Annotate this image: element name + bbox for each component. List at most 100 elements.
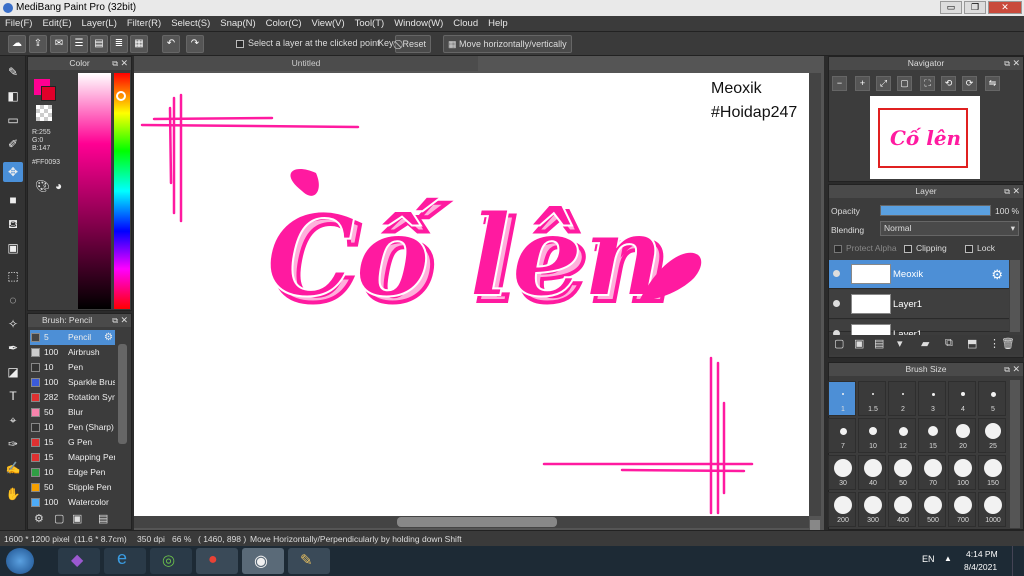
- fit-icon[interactable]: ⤢: [876, 76, 891, 91]
- minimize-button[interactable]: ▭: [940, 1, 962, 14]
- magic-wand-icon[interactable]: ✧: [3, 314, 23, 334]
- share-icon[interactable]: ⇪: [29, 35, 47, 53]
- brush-size-cell[interactable]: 150: [978, 455, 1006, 490]
- new-halftone-layer-icon[interactable]: ▣: [854, 337, 864, 350]
- brush-size-scrollbar[interactable]: [1010, 380, 1020, 528]
- operation-icon[interactable]: ⌖: [3, 410, 23, 430]
- eraser-icon[interactable]: ◧: [3, 86, 23, 106]
- bucket-icon[interactable]: ⛾: [3, 214, 23, 234]
- close-icon[interactable]: ✕: [120, 314, 128, 327]
- menu-tool[interactable]: Tool(T): [350, 16, 390, 31]
- menu-snap[interactable]: Snap(N): [215, 16, 260, 31]
- palette-add-icon[interactable]: ◕: [55, 179, 62, 193]
- brush-item[interactable]: 100 Sparkle Brush: [30, 375, 115, 390]
- layer-row[interactable]: Meoxik ⚙: [829, 260, 1009, 289]
- undo-icon[interactable]: ↶: [162, 35, 180, 53]
- brush-size-cell[interactable]: 2: [888, 381, 916, 416]
- layer-scrollbar[interactable]: [1010, 260, 1020, 332]
- actual-size-icon[interactable]: ▢: [897, 76, 912, 91]
- layer-row[interactable]: Layer1: [829, 320, 1009, 344]
- brush-size-cell[interactable]: 20: [948, 418, 976, 453]
- brush-size-cell[interactable]: 700: [948, 492, 976, 527]
- maximize-button[interactable]: ❐: [964, 1, 986, 14]
- layer-settings-icon[interactable]: ⚙: [991, 267, 1003, 283]
- redo-icon[interactable]: ↷: [186, 35, 204, 53]
- zoom-in-icon[interactable]: +: [855, 76, 870, 91]
- brush-list-scrollbar[interactable]: [118, 344, 127, 444]
- brush-size-cell[interactable]: 10: [858, 418, 886, 453]
- paint-app[interactable]: ✎: [288, 548, 330, 574]
- lock-checkbox[interactable]: Lock: [965, 243, 995, 253]
- duplicate-layer-icon[interactable]: ⧉: [945, 337, 953, 350]
- brush-size-cell[interactable]: 40: [858, 455, 886, 490]
- reset-button[interactable]: ⃠ Reset: [395, 35, 432, 53]
- brush-item[interactable]: 100 Airbrush: [30, 345, 115, 360]
- cloud-icon[interactable]: ☁: [8, 35, 26, 53]
- brush-size-cell[interactable]: 1: [828, 381, 856, 416]
- menu-select[interactable]: Select(S): [166, 16, 215, 31]
- visibility-icon[interactable]: [833, 300, 840, 307]
- brush-file-icon[interactable]: ▤: [98, 512, 108, 525]
- eyedropper-icon[interactable]: ✑: [3, 434, 23, 454]
- new-brush-icon[interactable]: ▢: [54, 512, 64, 525]
- select-pen-icon[interactable]: ✒: [3, 338, 23, 358]
- brush-size-cell[interactable]: 5: [978, 381, 1006, 416]
- select-layer-checkbox[interactable]: Select a layer at the clicked point: [236, 38, 380, 48]
- brush-item[interactable]: 50 Stipple Pen: [30, 480, 115, 495]
- transparent-swatch[interactable]: [36, 105, 52, 121]
- visibility-icon[interactable]: [833, 270, 840, 277]
- hue-slider[interactable]: [114, 73, 130, 309]
- menu-cloud[interactable]: Cloud: [448, 16, 483, 31]
- brush-size-cell[interactable]: 12: [888, 418, 916, 453]
- pen-tool-icon[interactable]: ✍: [3, 458, 23, 478]
- navigator-preview[interactable]: Cố lên: [870, 96, 980, 179]
- brush-size-cell[interactable]: 100: [948, 455, 976, 490]
- canvas[interactable]: Cố lên Cố lên Meoxik #Hoidap247: [134, 73, 809, 516]
- new-layer-icon[interactable]: ▢: [834, 337, 844, 350]
- new-1bit-layer-icon[interactable]: ▤: [874, 337, 884, 350]
- visual-studio-app[interactable]: ◆: [58, 548, 100, 574]
- select-rect-icon[interactable]: ⬚: [3, 266, 23, 286]
- menu-file[interactable]: File(F): [0, 16, 37, 31]
- rotate-icon[interactable]: ⟲: [941, 76, 956, 91]
- close-icon[interactable]: ✕: [1012, 185, 1020, 198]
- horizontal-scroll-thumb[interactable]: [397, 517, 557, 527]
- more-icon[interactable]: ⋮: [989, 337, 1000, 350]
- close-icon[interactable]: ✕: [1012, 363, 1020, 376]
- flip-icon[interactable]: ⇋: [985, 76, 1000, 91]
- brush-size-cell[interactable]: 3: [918, 381, 946, 416]
- brush-size-cell[interactable]: 25: [978, 418, 1006, 453]
- brush-item[interactable]: 10 Pen: [30, 360, 115, 375]
- fullscreen-icon[interactable]: ⛶: [920, 76, 935, 91]
- menu-filter[interactable]: Filter(R): [122, 16, 166, 31]
- text-icon[interactable]: T: [3, 386, 23, 406]
- start-button[interactable]: [6, 548, 34, 574]
- menu-help[interactable]: Help: [483, 16, 513, 31]
- brush-size-cell[interactable]: 4: [948, 381, 976, 416]
- pin-icon[interactable]: ⧉: [1004, 185, 1010, 198]
- comment-icon[interactable]: ✉: [50, 35, 68, 53]
- layer-row[interactable]: Layer1: [829, 290, 1009, 319]
- language-indicator[interactable]: EN: [922, 554, 935, 564]
- brush-item[interactable]: 5 Pencil ⚙: [30, 330, 115, 345]
- brush-item[interactable]: 50 Blur: [30, 405, 115, 420]
- brush-icon[interactable]: ✎: [3, 62, 23, 82]
- list-icon[interactable]: ≣: [110, 35, 128, 53]
- brush-item[interactable]: 10 Pen (Sharp): [30, 420, 115, 435]
- brush-settings-icon[interactable]: ⚙: [34, 512, 44, 525]
- brush-item[interactable]: 15 G Pen: [30, 435, 115, 450]
- clipping-checkbox[interactable]: Clipping: [904, 243, 947, 253]
- chat-icon[interactable]: ☰: [70, 35, 88, 53]
- palette-icon[interactable]: 🎨︎: [35, 179, 50, 193]
- close-icon[interactable]: ✕: [1012, 57, 1020, 70]
- brush-size-cell[interactable]: 1.5: [858, 381, 886, 416]
- brush-size-cell[interactable]: 200: [828, 492, 856, 527]
- move-hv-button[interactable]: ▦ Move horizontally/vertically: [443, 35, 572, 53]
- brush-size-cell[interactable]: 30: [828, 455, 856, 490]
- gradient-icon[interactable]: ▣: [3, 238, 23, 258]
- clock-time[interactable]: 4:14 PM: [966, 549, 998, 559]
- pin-icon[interactable]: ⧉: [1004, 363, 1010, 376]
- move-icon[interactable]: ✥: [3, 162, 23, 182]
- document-icon[interactable]: ▤: [90, 35, 108, 53]
- close-window-button[interactable]: ✕: [988, 1, 1022, 14]
